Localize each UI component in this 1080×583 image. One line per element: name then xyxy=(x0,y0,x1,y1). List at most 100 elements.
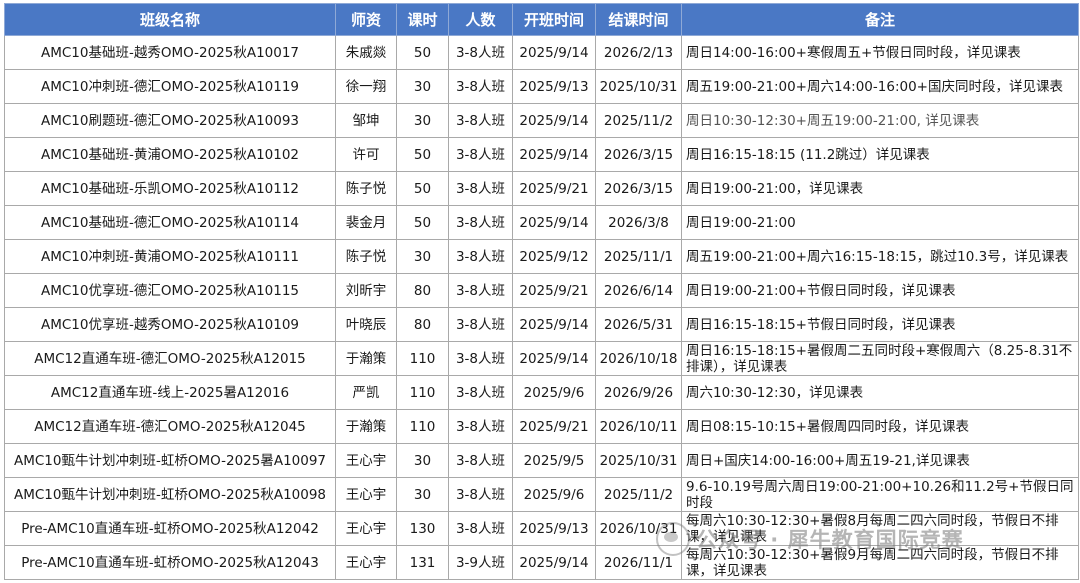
table-row: AMC12直通车班-德汇OMO-2025秋A12015 于瀚策 110 3-8人班 20… xyxy=(4,341,1079,376)
class-name-cell: Pre-AMC10直通车班-虹桥OMO-2025秋A12042 xyxy=(4,511,336,546)
hours-cell: 80 xyxy=(396,273,449,308)
hours-cell: 30 xyxy=(396,477,449,512)
class-name-cell: AMC10优享班-德汇OMO-2025秋A10115 xyxy=(4,273,336,308)
start-date-cell: 2025/9/13 xyxy=(512,69,596,104)
hours-cell: 50 xyxy=(396,171,449,206)
class-size-cell: 3-8人班 xyxy=(448,477,513,512)
table-row: AMC10冲刺班-德汇OMO-2025秋A10119 徐一翔 30 3-8人班 2025… xyxy=(4,69,1079,104)
table-row: AMC12直通车班-德汇OMO-2025秋A12045 于瀚策 110 3-8人班 20… xyxy=(4,409,1079,444)
start-date-cell: 2025/9/14 xyxy=(512,545,596,580)
header-class-name: 班级名称 xyxy=(4,3,336,36)
teacher-cell: 于瀚策 xyxy=(335,341,397,376)
class-name-cell: AMC10甄牛计划冲刺班-虹桥OMO-2025秋A10098 xyxy=(4,477,336,512)
table-row: AMC10冲刺班-黄浦OMO-2025秋A10111 陈子悦 30 3-8人班 2025… xyxy=(4,239,1079,274)
hours-cell: 110 xyxy=(396,375,449,410)
course-schedule-table: 班级名称 师资 课时 人数 开班时间 结课时间 备注 AMC10基础班-越秀OM… xyxy=(4,3,1079,580)
teacher-cell: 邹坤 xyxy=(335,103,397,138)
end-date-cell: 2025/10/31 xyxy=(595,443,682,478)
start-date-cell: 2025/9/21 xyxy=(512,409,596,444)
hours-cell: 80 xyxy=(396,307,449,342)
hours-cell: 30 xyxy=(396,103,449,138)
teacher-cell: 于瀚策 xyxy=(335,409,397,444)
class-size-cell: 3-8人班 xyxy=(448,273,513,308)
start-date-cell: 2025/9/14 xyxy=(512,341,596,376)
class-name-cell: AMC10冲刺班-德汇OMO-2025秋A10119 xyxy=(4,69,336,104)
start-date-cell: 2025/9/14 xyxy=(512,205,596,240)
notes-cell: 9.6-10.19号周六周日19:00-21:00+10.26和11.2号+节假… xyxy=(681,477,1079,512)
table-row: AMC10优享班-德汇OMO-2025秋A10115 刘昕宇 80 3-8人班 2025… xyxy=(4,273,1079,308)
notes-cell: 周五19:00-21:00+周六16:15-18:15，跳过10.3号，详见课表 xyxy=(681,239,1079,274)
hours-cell: 50 xyxy=(396,35,449,70)
class-size-cell: 3-8人班 xyxy=(448,307,513,342)
start-date-cell: 2025/9/6 xyxy=(512,375,596,410)
class-name-cell: AMC10刷题班-德汇OMO-2025秋A10093 xyxy=(4,103,336,138)
end-date-cell: 2025/11/1 xyxy=(595,239,682,274)
notes-cell: 周五19:00-21:00+周六14:00-16:00+国庆同时段，详见课表 xyxy=(681,69,1079,104)
teacher-cell: 叶晓辰 xyxy=(335,307,397,342)
class-size-cell: 3-8人班 xyxy=(448,409,513,444)
hours-cell: 110 xyxy=(396,409,449,444)
class-name-cell: AMC10基础班-乐凯OMO-2025秋A10112 xyxy=(4,171,336,206)
end-date-cell: 2026/3/8 xyxy=(595,205,682,240)
class-name-cell: AMC10基础班-黄浦OMO-2025秋A10102 xyxy=(4,137,336,172)
class-size-cell: 3-8人班 xyxy=(448,443,513,478)
class-name-cell: AMC10冲刺班-黄浦OMO-2025秋A10111 xyxy=(4,239,336,274)
notes-cell: 周日19:00-21:00 xyxy=(681,205,1079,240)
end-date-cell: 2025/11/2 xyxy=(595,477,682,512)
class-name-cell: AMC10优享班-越秀OMO-2025秋A10109 xyxy=(4,307,336,342)
class-name-cell: AMC12直通车班-德汇OMO-2025秋A12045 xyxy=(4,409,336,444)
notes-cell: 周六10:30-12:30，详见课表 xyxy=(681,375,1079,410)
class-size-cell: 3-8人班 xyxy=(448,375,513,410)
table-header-row: 班级名称 师资 课时 人数 开班时间 结课时间 备注 xyxy=(4,3,1079,36)
teacher-cell: 陈子悦 xyxy=(335,171,397,206)
class-name-cell: Pre-AMC10直通车班-虹桥OMO-2025秋A12043 xyxy=(4,545,336,580)
class-name-cell: AMC12直通车班-线上-2025暑A12016 xyxy=(4,375,336,410)
class-name-cell: AMC10基础班-德汇OMO-2025秋A10114 xyxy=(4,205,336,240)
class-size-cell: 3-8人班 xyxy=(448,341,513,376)
teacher-cell: 王心宇 xyxy=(335,545,397,580)
table-row: AMC10基础班-黄浦OMO-2025秋A10102 许可 50 3-8人班 2025/… xyxy=(4,137,1079,172)
header-end-date: 结课时间 xyxy=(595,3,682,36)
notes-cell: 周日14:00-16:00+寒假周五+节假日同时段，详见课表 xyxy=(681,35,1079,70)
hours-cell: 50 xyxy=(396,205,449,240)
start-date-cell: 2025/9/13 xyxy=(512,511,596,546)
table-row: AMC10优享班-越秀OMO-2025秋A10109 叶晓辰 80 3-8人班 2025… xyxy=(4,307,1079,342)
end-date-cell: 2025/10/31 xyxy=(595,69,682,104)
teacher-cell: 许可 xyxy=(335,137,397,172)
table-row: AMC10甄牛计划冲刺班-虹桥OMO-2025秋A10098 王心宇 30 3-8人班… xyxy=(4,477,1079,512)
class-name-cell: AMC10基础班-越秀OMO-2025秋A10017 xyxy=(4,35,336,70)
end-date-cell: 2026/3/15 xyxy=(595,171,682,206)
teacher-cell: 徐一翔 xyxy=(335,69,397,104)
table-row: AMC12直通车班-线上-2025暑A12016 严凯 110 3-8人班 2025/9… xyxy=(4,375,1079,410)
table-row: Pre-AMC10直通车班-虹桥OMO-2025秋A12043 王心宇 131 3-9… xyxy=(4,545,1079,580)
start-date-cell: 2025/9/14 xyxy=(512,307,596,342)
teacher-cell: 陈子悦 xyxy=(335,239,397,274)
class-size-cell: 3-8人班 xyxy=(448,239,513,274)
header-class-size: 人数 xyxy=(448,3,513,36)
hours-cell: 30 xyxy=(396,69,449,104)
notes-cell: 周日16:15-18:15+暑假周二五同时段+寒假周六（8.25-8.31不排课… xyxy=(681,341,1079,376)
hours-cell: 50 xyxy=(396,137,449,172)
teacher-cell: 王心宇 xyxy=(335,443,397,478)
notes-cell: 周日19:00-21:00，详见课表 xyxy=(681,171,1079,206)
header-notes: 备注 xyxy=(681,3,1079,36)
teacher-cell: 裴金月 xyxy=(335,205,397,240)
teacher-cell: 严凯 xyxy=(335,375,397,410)
class-size-cell: 3-8人班 xyxy=(448,103,513,138)
hours-cell: 30 xyxy=(396,443,449,478)
class-name-cell: AMC12直通车班-德汇OMO-2025秋A12015 xyxy=(4,341,336,376)
start-date-cell: 2025/9/12 xyxy=(512,239,596,274)
table-row: AMC10基础班-越秀OMO-2025秋A10017 朱戚燚 50 3-8人班 2025… xyxy=(4,35,1079,70)
end-date-cell: 2026/6/14 xyxy=(595,273,682,308)
class-size-cell: 3-8人班 xyxy=(448,137,513,172)
class-name-cell: AMC10甄牛计划冲刺班-虹桥OMO-2025暑A10097 xyxy=(4,443,336,478)
start-date-cell: 2025/9/21 xyxy=(512,273,596,308)
hours-cell: 110 xyxy=(396,341,449,376)
teacher-cell: 刘昕宇 xyxy=(335,273,397,308)
notes-cell: 周日16:15-18:15+节假日同时段，详见课表 xyxy=(681,307,1079,342)
end-date-cell: 2026/3/15 xyxy=(595,137,682,172)
class-size-cell: 3-9人班 xyxy=(448,545,513,580)
header-start-date: 开班时间 xyxy=(512,3,596,36)
end-date-cell: 2026/10/31 xyxy=(595,511,682,546)
end-date-cell: 2026/2/13 xyxy=(595,35,682,70)
